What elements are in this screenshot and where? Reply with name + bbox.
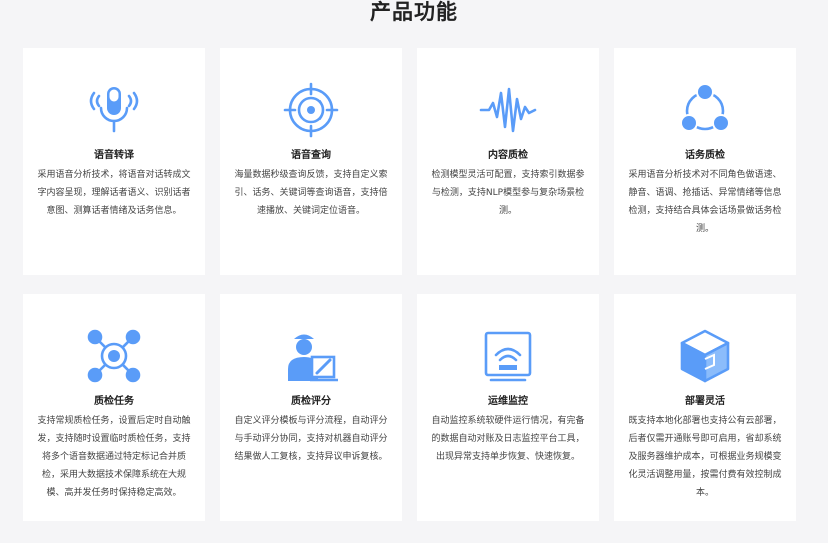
feature-description: 自动监控系统软硬件运行情况，有完备的数据自动对账及日志监控平台工具，出现异常支持… [431, 416, 585, 462]
feature-description: 检测模型灵活可配置，支持索引数据参与检测，支持NLP模型参与复杂场景检测。 [431, 170, 585, 216]
feature-title: 语音查询 [291, 150, 331, 161]
feature-title: 内容质检 [488, 150, 528, 161]
feature-description: 采用语音分析技术，将语音对话转成文字内容呈现，理解话者语义、识别话者意图、测算话… [37, 170, 191, 216]
feature-title: 话务质检 [685, 150, 725, 161]
monitor-signal-icon [479, 327, 537, 385]
feature-description: 海量数据秒级查询反馈，支持自定义索引、话务、关键词等查询语音，支持倍速播放、关键… [234, 170, 388, 216]
feature-description: 采用语音分析技术对不同角色做语速、静音、语调、抢插话、异常情绪等信息检测，支持结… [628, 170, 782, 234]
reviewer-icon [282, 327, 340, 385]
feature-title: 质检评分 [291, 396, 331, 407]
feature-description: 既支持本地化部署也支持公有云部署，后者仅需开通账号即可启用，省却系统及服务器维护… [628, 416, 782, 498]
network-hub-icon [85, 327, 143, 385]
share-nodes-icon [676, 81, 734, 139]
feature-title: 运维监控 [488, 396, 528, 407]
feature-card-inspection-scoring[interactable]: 质检评分 自定义评分模板与评分流程，自动评分与手动评分协同，支持对机器自动评分结… [220, 294, 402, 521]
cube-icon [676, 327, 734, 385]
feature-description: 自定义评分模板与评分流程，自动评分与手动评分协同，支持对机器自动评分结果做人工复… [234, 416, 388, 462]
feature-card-call-inspection[interactable]: 话务质检 采用语音分析技术对不同角色做语速、静音、语调、抢插话、异常情绪等信息检… [614, 48, 796, 275]
feature-title: 语音转译 [94, 150, 134, 161]
feature-grid: 语音转译 采用语音分析技术，将语音对话转成文字内容呈现，理解话者语义、识别话者意… [23, 48, 796, 521]
feature-title: 质检任务 [94, 396, 134, 407]
feature-card-content-inspection[interactable]: 内容质检 检测模型灵活可配置，支持索引数据参与检测，支持NLP模型参与复杂场景检… [417, 48, 599, 275]
feature-card-inspection-tasks[interactable]: 质检任务 支持常规质检任务，设置后定时自动触发，支持随时设置临时质检任务，支持将… [23, 294, 205, 521]
page-title: 产品功能 [370, 0, 458, 24]
feature-description: 支持常规质检任务，设置后定时自动触发，支持随时设置临时质检任务，支持将多个语音数… [37, 416, 191, 498]
waveform-icon [479, 81, 537, 139]
feature-card-flexible-deployment[interactable]: 部署灵活 既支持本地化部署也支持公有云部署，后者仅需开通账号即可启用，省却系统及… [614, 294, 796, 521]
feature-card-speech-transcription[interactable]: 语音转译 采用语音分析技术，将语音对话转成文字内容呈现，理解话者语义、识别话者意… [23, 48, 205, 275]
feature-title: 部署灵活 [685, 396, 725, 407]
feature-card-voice-search[interactable]: 语音查询 海量数据秒级查询反馈，支持自定义索引、话务、关键词等查询语音，支持倍速… [220, 48, 402, 275]
microphone-icon [85, 81, 143, 139]
voice-search-icon [282, 81, 340, 139]
feature-card-ops-monitoring[interactable]: 运维监控 自动监控系统软硬件运行情况，有完备的数据自动对账及日志监控平台工具，出… [417, 294, 599, 521]
